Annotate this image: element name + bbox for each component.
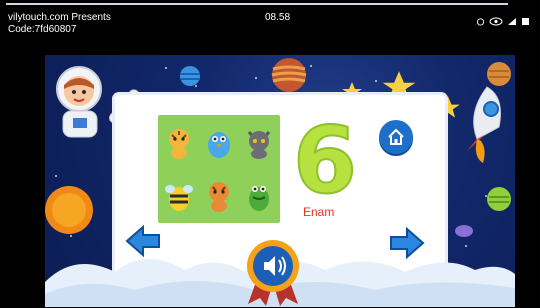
signal-icon — [507, 11, 517, 30]
home-icon — [388, 128, 404, 145]
alarm-icon — [476, 11, 485, 30]
top-divider — [6, 3, 508, 5]
sun-illustration — [45, 186, 93, 234]
number-word: Enam — [303, 205, 335, 219]
battery-icon — [521, 11, 530, 30]
cat-icon — [240, 117, 278, 168]
number-display: 6 — [292, 107, 358, 214]
back-button[interactable] — [125, 223, 161, 259]
green-planet-illustration — [487, 187, 511, 211]
purple-planet-illustration — [455, 225, 473, 237]
home-button[interactable] — [379, 120, 413, 154]
animal-grid — [158, 115, 280, 223]
tiger-cub-icon — [200, 170, 238, 221]
eye-icon — [489, 11, 503, 30]
sound-button[interactable] — [238, 238, 308, 306]
clock-time: 08.58 — [265, 12, 291, 23]
blue-planet-illustration — [180, 66, 200, 86]
code-text: Code:7fd60807 — [8, 24, 77, 35]
status-bar: vilytouch.com Presents Code:7fd60807 08.… — [0, 6, 540, 44]
tiger-icon — [160, 117, 198, 168]
next-button[interactable] — [389, 225, 425, 261]
bee-icon — [160, 170, 198, 221]
striped-planet-illustration — [271, 58, 307, 92]
brand-text: vilytouch.com Presents — [8, 12, 111, 23]
rocket-illustration — [467, 86, 501, 163]
game-screen: 6 Enam — [45, 55, 515, 307]
status-icons — [476, 11, 530, 30]
arrow-right-icon — [390, 226, 425, 260]
crocodile-icon — [240, 170, 278, 221]
arrow-left-icon — [125, 224, 160, 258]
bird-icon — [200, 117, 238, 168]
